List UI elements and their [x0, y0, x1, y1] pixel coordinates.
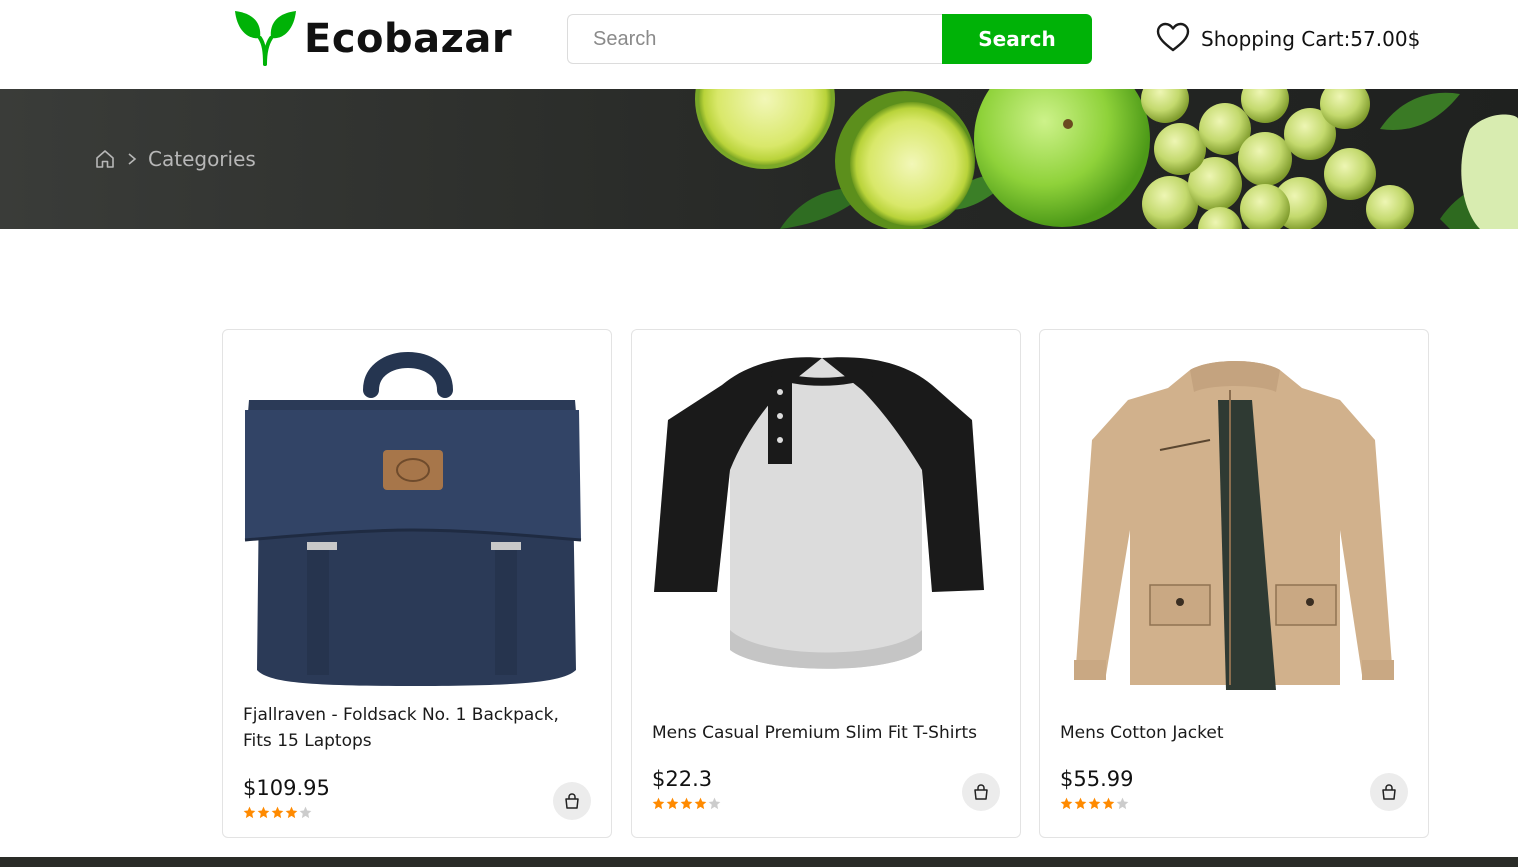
star-icon [666, 797, 679, 810]
star-icon [285, 806, 298, 819]
add-to-cart-button[interactable] [553, 782, 591, 820]
add-to-cart-button[interactable] [1370, 773, 1408, 811]
shopping-bag-icon [972, 783, 990, 801]
logo[interactable]: Ecobazar [234, 10, 512, 68]
product-rating [1060, 797, 1129, 810]
product-image [654, 357, 984, 669]
search-bar: Search [567, 14, 1092, 64]
star-icon [708, 797, 721, 810]
star-icon [1060, 797, 1073, 810]
breadcrumb-current: Categories [148, 147, 256, 171]
star-icon [271, 806, 284, 819]
star-icon [299, 806, 312, 819]
star-icon [1074, 797, 1087, 810]
shopping-bag-icon [563, 792, 581, 810]
product-price: $55.99 [1060, 767, 1134, 791]
search-button[interactable]: Search [942, 14, 1092, 64]
product-title[interactable]: Mens Casual Premium Slim Fit T-Shirts [652, 720, 980, 746]
star-icon [652, 797, 665, 810]
site-header: Ecobazar Search Shopping Cart:57.00$ [0, 0, 1518, 89]
logo-text: Ecobazar [304, 16, 513, 62]
product-title[interactable]: Fjallraven - Foldsack No. 1 Backpack, Fi… [243, 702, 571, 754]
cart-total-label: Shopping Cart:57.00$ [1201, 27, 1421, 51]
product-price: $22.3 [652, 767, 713, 791]
product-image [244, 352, 582, 686]
product-card[interactable]: Mens Cotton Jacket $55.99 [1039, 329, 1429, 838]
star-icon [694, 797, 707, 810]
home-icon[interactable] [94, 148, 116, 170]
footer-edge [0, 857, 1518, 867]
product-card[interactable]: Fjallraven - Foldsack No. 1 Backpack, Fi… [222, 329, 612, 838]
product-image [1074, 361, 1394, 690]
product-title[interactable]: Mens Cotton Jacket [1060, 720, 1388, 746]
product-card[interactable]: Mens Casual Premium Slim Fit T-Shirts $2… [631, 329, 1021, 838]
product-rating [243, 806, 312, 819]
leaf-sprout-icon [234, 8, 296, 71]
star-icon [1116, 797, 1129, 810]
star-icon [1088, 797, 1101, 810]
star-icon [1102, 797, 1115, 810]
product-price: $109.95 [243, 776, 330, 800]
search-input[interactable] [567, 14, 942, 64]
heart-icon [1155, 21, 1191, 58]
star-icon [680, 797, 693, 810]
star-icon [243, 806, 256, 819]
chevron-right-icon [126, 152, 138, 166]
category-banner: Categories [0, 89, 1518, 229]
star-icon [257, 806, 270, 819]
shopping-cart-link[interactable]: Shopping Cart:57.00$ [1155, 22, 1420, 56]
add-to-cart-button[interactable] [962, 773, 1000, 811]
shopping-bag-icon [1380, 783, 1398, 801]
product-rating [652, 797, 721, 810]
breadcrumb: Categories [94, 147, 256, 171]
